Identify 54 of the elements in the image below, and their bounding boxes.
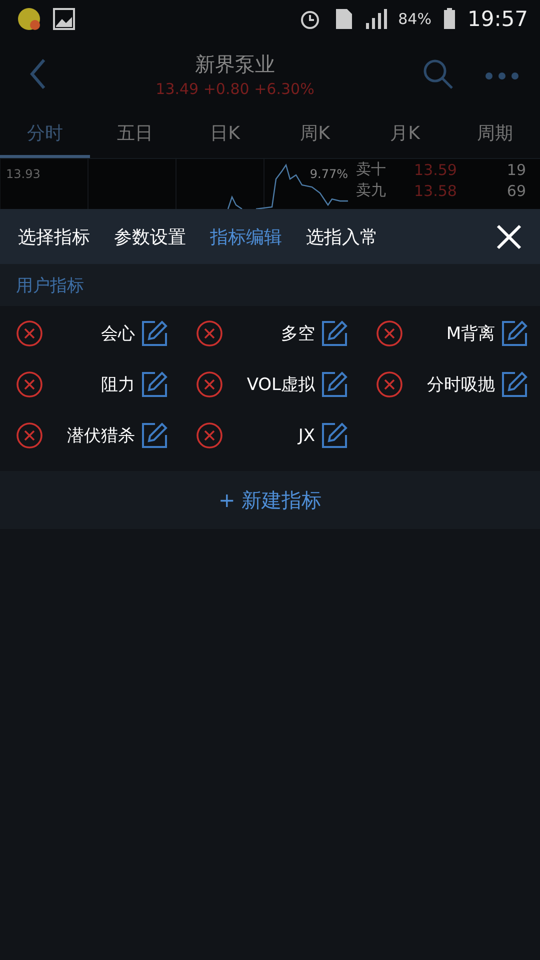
indicator-name: VOL虚拟 xyxy=(246,374,315,396)
edit-button[interactable] xyxy=(501,371,528,398)
order-volume: 19 xyxy=(506,160,526,178)
delete-button[interactable] xyxy=(196,371,223,398)
edit-button[interactable] xyxy=(321,371,348,398)
back-button[interactable] xyxy=(28,58,48,90)
battery-percentage: 84% xyxy=(398,10,432,28)
indicator-name: 阻力 xyxy=(100,374,135,396)
delete-button[interactable] xyxy=(376,371,403,398)
edit-button[interactable] xyxy=(321,320,348,347)
edit-button[interactable] xyxy=(141,422,168,449)
period-tab[interactable]: 月K xyxy=(360,110,450,158)
delete-button[interactable] xyxy=(16,320,43,347)
stock-name: 新界泵业 xyxy=(195,50,275,78)
indicator-name: 潜伏猎杀 xyxy=(66,425,135,447)
panel-tab[interactable]: 选择指标 xyxy=(18,224,90,248)
edit-button[interactable] xyxy=(321,422,348,449)
delete-button[interactable] xyxy=(196,422,223,449)
edit-button[interactable] xyxy=(141,320,168,347)
panel-tab[interactable]: 选指入常 xyxy=(306,224,378,248)
search-button[interactable] xyxy=(422,58,454,90)
indicator-name: 会心 xyxy=(100,323,135,345)
edit-button[interactable] xyxy=(501,320,528,347)
period-tab[interactable]: 周期 xyxy=(450,110,540,158)
indicator-name: 分时吸抛 xyxy=(426,374,495,396)
delete-button[interactable] xyxy=(16,422,43,449)
battery-icon xyxy=(441,7,458,31)
delete-button[interactable] xyxy=(376,320,403,347)
delete-button[interactable] xyxy=(16,371,43,398)
app-icon xyxy=(16,6,42,32)
indicator-name: 多空 xyxy=(280,323,315,345)
order-level: 卖十 xyxy=(355,160,387,179)
edit-button[interactable] xyxy=(141,371,168,398)
signal-icon xyxy=(364,7,388,31)
price-axis-label: 13.93 xyxy=(6,167,40,181)
order-price: 13.59 xyxy=(414,160,458,178)
period-tab[interactable]: 五日 xyxy=(90,110,180,158)
indicator-name: JX xyxy=(296,426,315,446)
clock: 19:57 xyxy=(467,7,528,31)
order-price: 13.58 xyxy=(414,182,458,200)
period-tab[interactable]: 日K xyxy=(180,110,270,158)
close-button[interactable] xyxy=(496,224,522,250)
image-icon xyxy=(52,7,76,31)
indicator-name: M背离 xyxy=(445,323,495,345)
stock-quote: 13.49 +0.80 +6.30% xyxy=(156,80,314,98)
percent-axis-label: 9.77% xyxy=(310,167,348,181)
period-tab[interactable]: 周K xyxy=(270,110,360,158)
new-indicator-button[interactable]: + 新建指标 xyxy=(212,486,328,514)
section-header: 用户指标 xyxy=(0,264,540,306)
delete-button[interactable] xyxy=(196,320,223,347)
panel-tab[interactable]: 指标编辑 xyxy=(210,224,282,248)
panel-tab[interactable]: 参数设置 xyxy=(114,224,186,248)
order-level: 卖九 xyxy=(355,181,387,200)
order-volume: 69 xyxy=(506,182,526,200)
